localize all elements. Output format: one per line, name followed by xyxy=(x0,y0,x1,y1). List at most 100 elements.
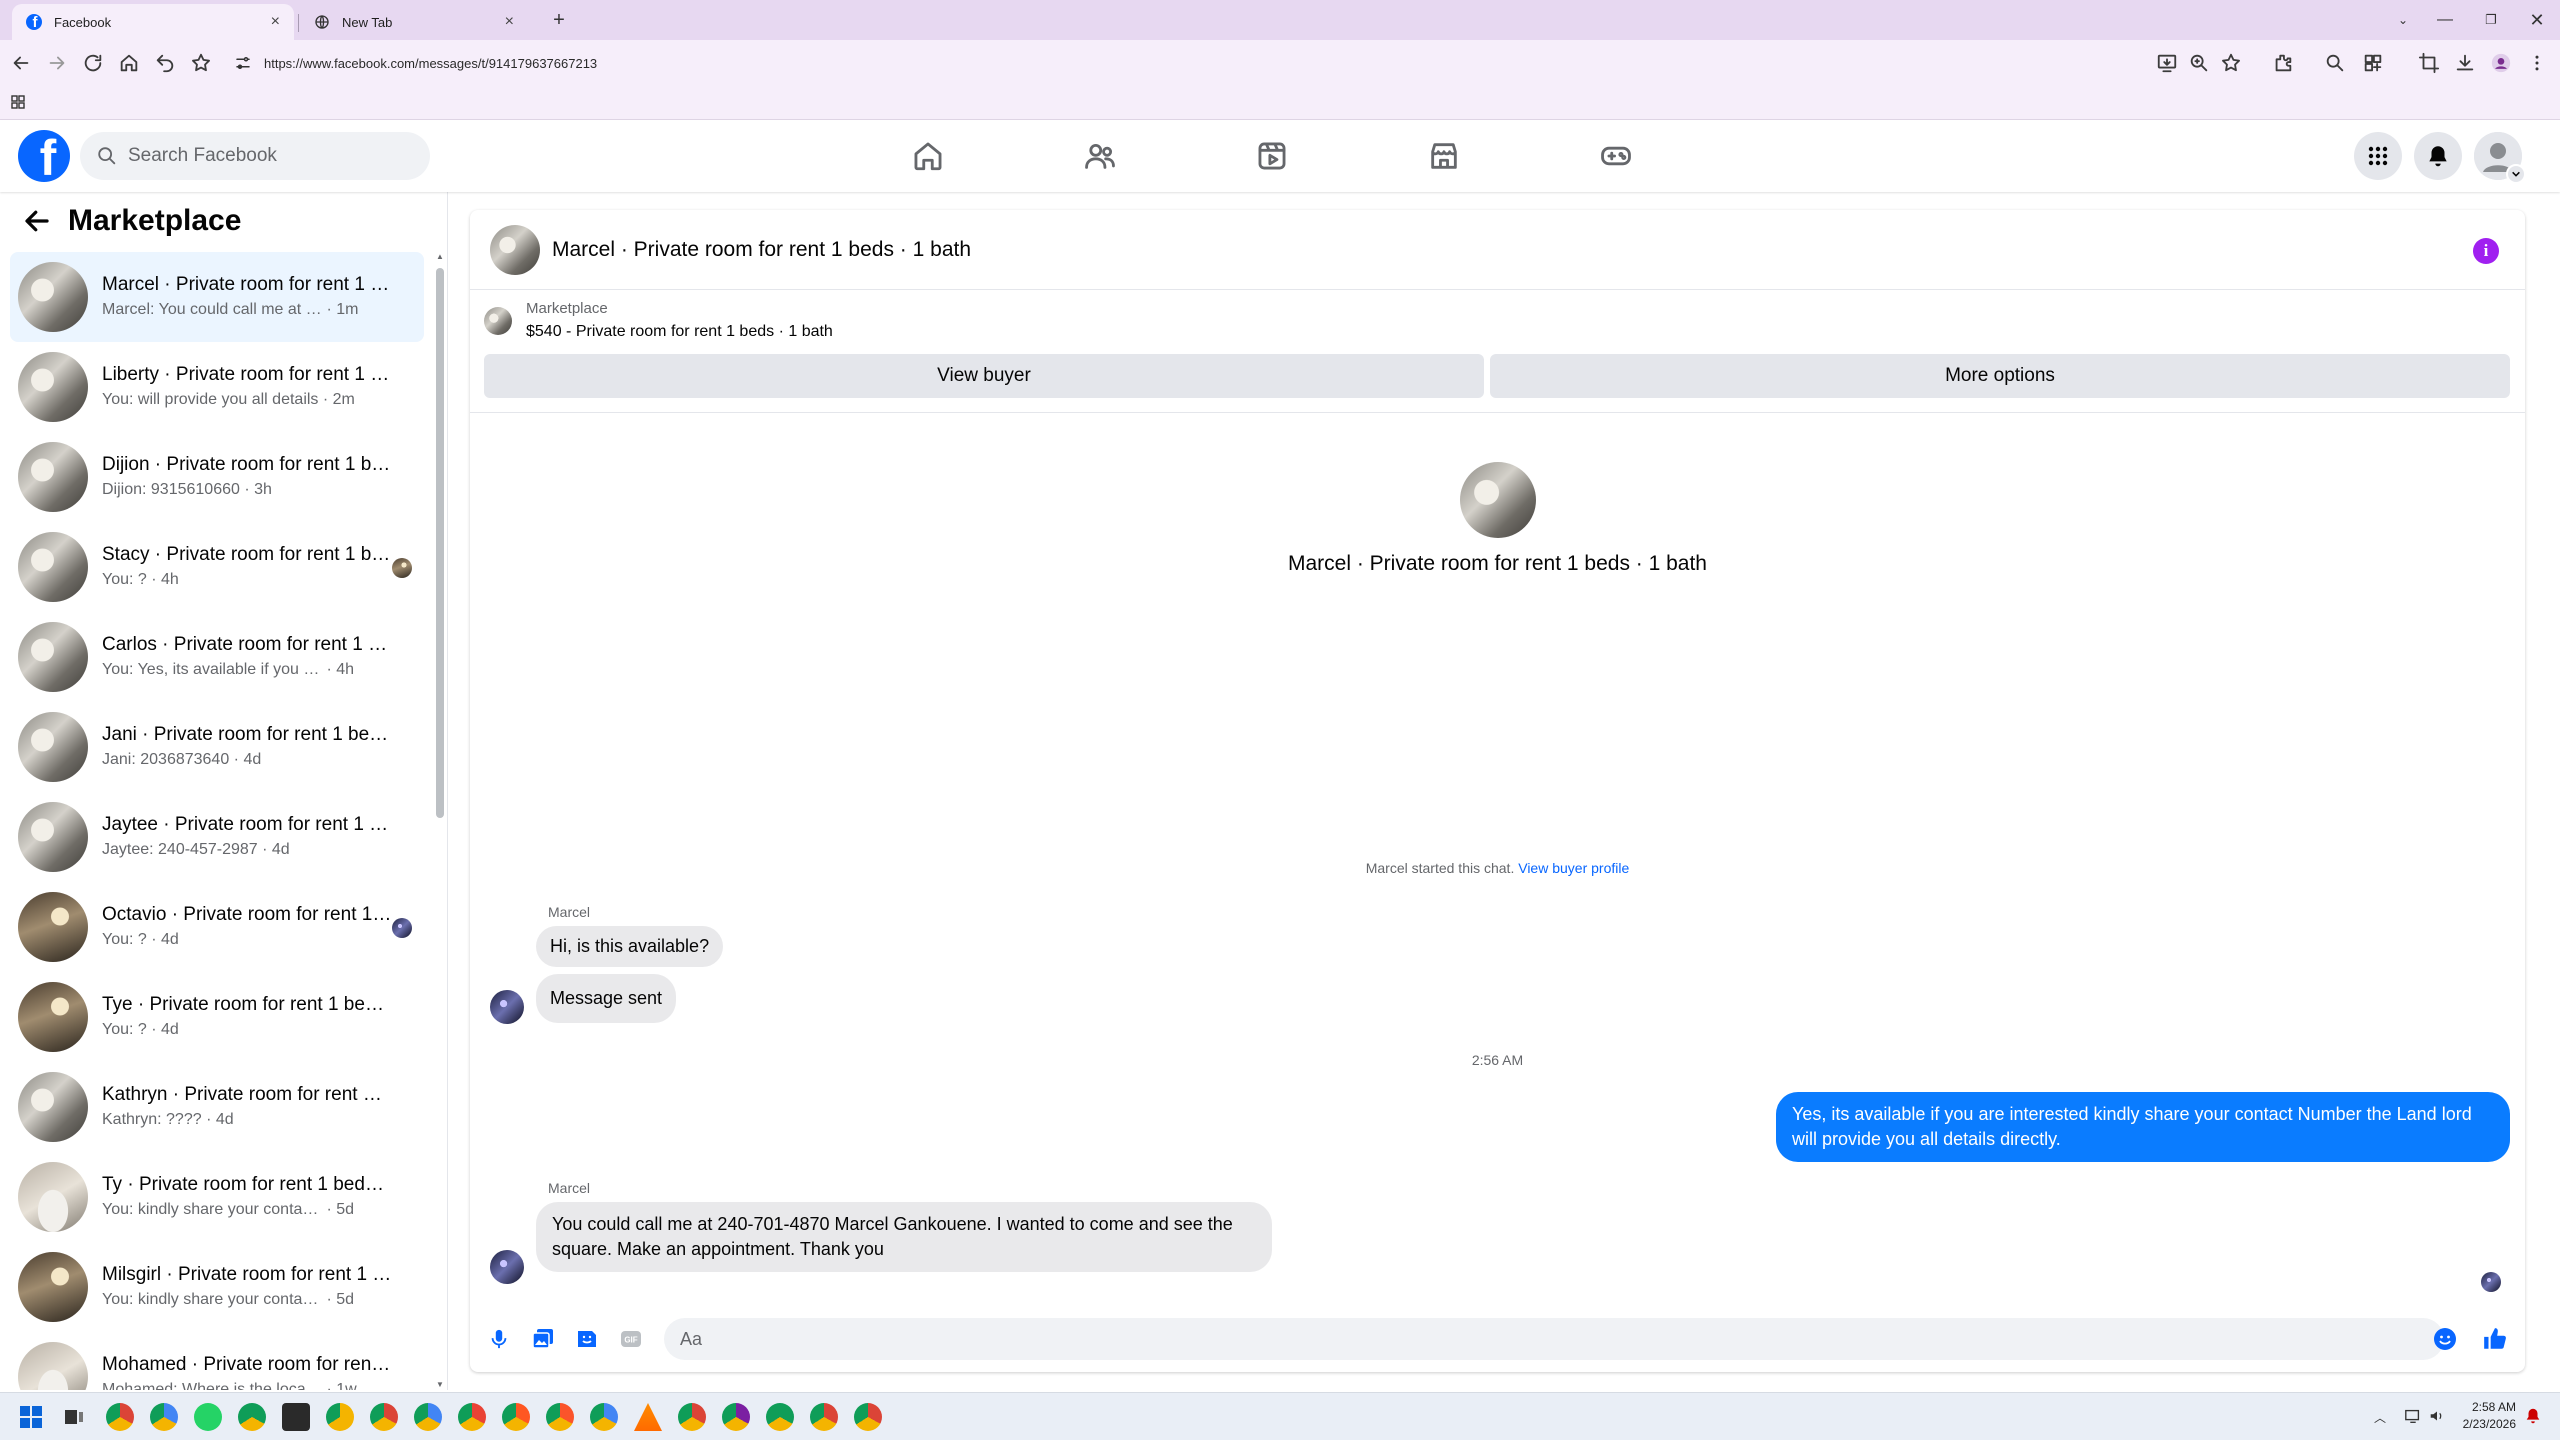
message-bubble[interactable]: Message sent xyxy=(536,974,677,1023)
system-clock[interactable]: 2:58 AM 2/23/2026 xyxy=(2463,1399,2516,1433)
chrome-icon[interactable] xyxy=(326,1403,354,1431)
chrome-icon[interactable] xyxy=(150,1403,178,1431)
view-buyer-profile-link[interactable]: View buyer profile xyxy=(1518,860,1629,876)
notifications-bell-icon[interactable] xyxy=(2414,132,2462,180)
facebook-search[interactable] xyxy=(80,132,430,180)
vlc-icon[interactable] xyxy=(634,1403,662,1431)
chrome-icon[interactable] xyxy=(106,1403,134,1431)
listing-price[interactable]: $540 - Private room for rent 1 beds · 1 … xyxy=(526,323,833,341)
reload-button[interactable] xyxy=(82,52,104,74)
search-icon[interactable] xyxy=(2324,52,2346,74)
new-tab-button[interactable]: + xyxy=(536,0,582,40)
back-button[interactable] xyxy=(10,52,32,74)
zoom-icon[interactable] xyxy=(2188,52,2210,74)
chrome-icon[interactable] xyxy=(590,1403,618,1431)
my-message-bubble[interactable]: Yes, its available if you are interested… xyxy=(1776,1092,2510,1162)
windows-start-icon[interactable] xyxy=(20,1406,42,1428)
kebab-menu-icon[interactable] xyxy=(2526,52,2548,74)
url-text[interactable]: https://www.facebook.com/messages/t/9141… xyxy=(264,56,597,71)
info-icon[interactable]: i xyxy=(2473,238,2499,264)
friends-icon[interactable] xyxy=(1060,132,1140,180)
whatsapp-icon[interactable] xyxy=(194,1403,222,1431)
chrome-icon[interactable] xyxy=(370,1403,398,1431)
message-input[interactable] xyxy=(664,1318,2444,1360)
sticker-icon[interactable] xyxy=(574,1326,600,1352)
conversation-item[interactable]: Mohamed · Private room for rent 1 beds ·… xyxy=(10,1332,424,1390)
microphone-icon[interactable] xyxy=(486,1326,512,1352)
gif-icon[interactable]: GIF xyxy=(618,1326,644,1352)
notification-bell-icon[interactable] xyxy=(2524,1407,2542,1425)
conversation-item[interactable]: Milsgirl · Private room for rent 1 beds … xyxy=(10,1242,424,1332)
scrollbar-thumb[interactable] xyxy=(436,268,444,818)
close-window-button[interactable]: ✕ xyxy=(2514,0,2560,40)
tab-search-button[interactable]: ⌄ xyxy=(2380,0,2426,40)
star-icon[interactable] xyxy=(2220,52,2242,74)
scrollbar[interactable]: ▲ ▼ xyxy=(434,252,446,1390)
conversation-item[interactable]: Jaytee · Private room for rent 1 beds · … xyxy=(10,792,424,882)
view-buyer-button[interactable]: View buyer xyxy=(484,354,1484,398)
conversation-item[interactable]: Marcel · Private room for rent 1 beds · … xyxy=(10,252,424,342)
screenshot-crop-icon[interactable] xyxy=(2418,52,2440,74)
undo-icon[interactable] xyxy=(154,52,176,74)
scroll-down-icon[interactable]: ▼ xyxy=(434,1380,446,1390)
home-icon[interactable] xyxy=(888,132,968,180)
chat-title[interactable]: Marcel · Private room for rent 1 beds · … xyxy=(552,238,971,262)
chrome-icon[interactable] xyxy=(458,1403,486,1431)
brave-icon[interactable] xyxy=(546,1403,574,1431)
address-bar[interactable]: https://www.facebook.com/messages/t/9141… xyxy=(226,48,2206,78)
task-view-icon[interactable] xyxy=(64,1407,84,1427)
chrome-icon[interactable] xyxy=(238,1403,266,1431)
bookmark-star-icon[interactable] xyxy=(190,52,212,74)
conversation-item[interactable]: Carlos · Private room for rent 1 beds · … xyxy=(10,612,424,702)
notepad-icon[interactable] xyxy=(282,1403,310,1431)
chrome-icon[interactable] xyxy=(854,1403,882,1431)
search-input[interactable] xyxy=(128,145,408,167)
site-info-icon[interactable] xyxy=(234,54,252,72)
conversation-item[interactable]: Tye · Private room for rent 1 beds · 1 b… xyxy=(10,972,424,1062)
close-icon[interactable]: × xyxy=(271,13,280,31)
message-bubble[interactable]: Hi, is this available? xyxy=(536,926,724,967)
conversation-item[interactable]: Octavio · Private room for rent 1 beds ·… xyxy=(10,882,424,972)
download-icon[interactable] xyxy=(2454,52,2476,74)
marketplace-icon[interactable] xyxy=(1404,132,1484,180)
chrome-icon[interactable] xyxy=(810,1403,838,1431)
chrome-icon[interactable] xyxy=(722,1403,750,1431)
network-icon[interactable] xyxy=(2404,1407,2422,1425)
thumbs-up-icon[interactable] xyxy=(2482,1326,2508,1352)
conversation-item[interactable]: Dijion · Private room for rent 1 beds · … xyxy=(10,432,424,522)
conversation-item[interactable]: Liberty · Private room for rent 1 beds ·… xyxy=(10,342,424,432)
sender-avatar[interactable] xyxy=(490,1250,524,1284)
conversation-item[interactable]: Kathryn · Private room for rent 1 beds ·… xyxy=(10,1062,424,1152)
tab-new-tab[interactable]: New Tab × xyxy=(300,4,528,40)
profile-icon[interactable] xyxy=(2490,52,2512,74)
conversation-item[interactable]: Stacy · Private room for rent 1 beds · 1… xyxy=(10,522,424,612)
chrome-icon[interactable] xyxy=(678,1403,706,1431)
tab-groups-icon[interactable] xyxy=(2362,52,2384,74)
emoji-icon[interactable] xyxy=(2432,1326,2458,1352)
menu-grid-button[interactable] xyxy=(2354,132,2402,180)
sender-avatar[interactable] xyxy=(490,990,524,1024)
conversation-item[interactable]: Jani · Private room for rent 1 beds · 1 … xyxy=(10,702,424,792)
forward-button[interactable] xyxy=(46,52,68,74)
chevron-down-icon[interactable] xyxy=(2506,164,2526,184)
facebook-logo[interactable]: f xyxy=(18,130,70,182)
volume-icon[interactable] xyxy=(2428,1407,2446,1425)
brave-icon[interactable] xyxy=(502,1403,530,1431)
avatar[interactable] xyxy=(490,224,540,275)
chrome-icon[interactable] xyxy=(766,1403,794,1431)
chrome-icon[interactable] xyxy=(414,1403,442,1431)
tab-facebook[interactable]: f Facebook × xyxy=(12,4,294,40)
close-icon[interactable]: × xyxy=(505,13,514,31)
gaming-icon[interactable] xyxy=(1576,132,1656,180)
chevron-up-icon[interactable]: ︿ xyxy=(2374,1409,2386,1426)
message-bubble[interactable]: You could call me at 240-701-4870 Marcel… xyxy=(536,1202,1272,1272)
restore-button[interactable]: ❐ xyxy=(2468,0,2514,40)
apps-grid-icon[interactable] xyxy=(10,94,26,110)
back-arrow-icon[interactable] xyxy=(22,206,52,236)
video-icon[interactable] xyxy=(1232,132,1312,180)
photo-gallery-icon[interactable] xyxy=(530,1326,556,1352)
minimize-button[interactable]: — xyxy=(2422,0,2468,40)
extensions-icon[interactable] xyxy=(2272,52,2294,74)
install-app-icon[interactable] xyxy=(2156,52,2178,74)
home-button[interactable] xyxy=(118,52,140,74)
